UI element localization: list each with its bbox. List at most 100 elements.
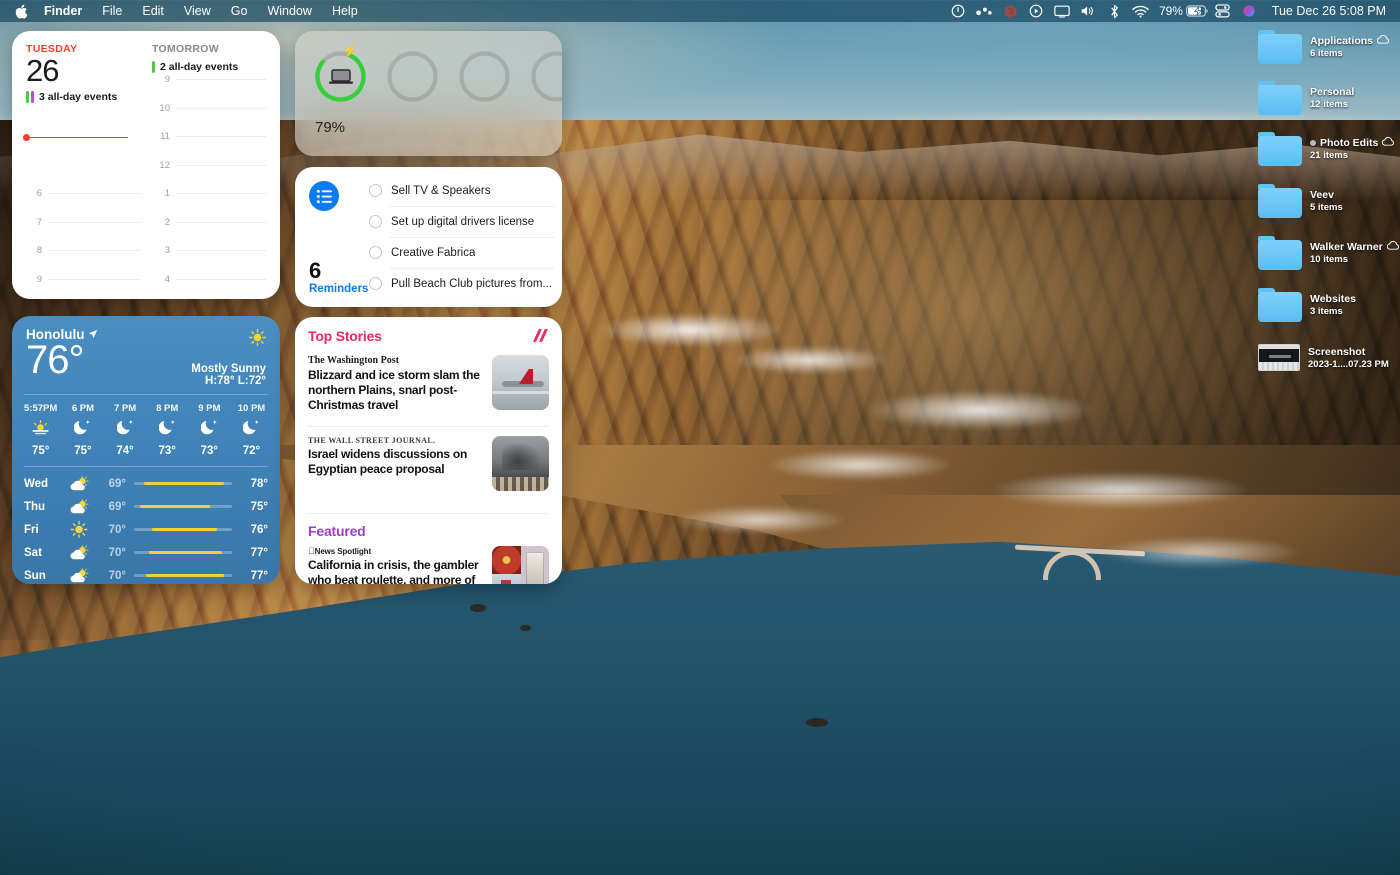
folder-icon (1258, 184, 1302, 218)
weather-day-name: Wed (24, 477, 49, 490)
reminders-widget[interactable]: 6 Reminders Sell TV & Speakers Set up di… (295, 167, 562, 307)
desktop-icon-personal[interactable]: Personal 12 items (1258, 81, 1354, 115)
battery-charging-icon[interactable] (1186, 0, 1210, 22)
news-featured-story[interactable]: News Spotlight California in crisis, th… (308, 546, 549, 584)
weather-hour-cell: 7 PM 74° (109, 403, 142, 457)
desktop-icon-applications[interactable]: Applications 6 items (1258, 30, 1389, 64)
bartender-dots-icon[interactable] (971, 0, 997, 22)
reminders-label[interactable]: Reminders (309, 283, 369, 295)
weather-hour-time: 9 PM (198, 403, 221, 414)
news-thumbnail[interactable] (492, 355, 549, 410)
folder-icon (1258, 288, 1302, 322)
battery-ring-empty[interactable] (385, 49, 440, 104)
calendar-hour-label: 11 (160, 131, 170, 142)
reminder-item[interactable]: Set up digital drivers license (369, 206, 554, 237)
menu-item-edit[interactable]: Edit (132, 0, 174, 22)
weather-condition: Mostly Sunny (191, 363, 266, 375)
reminders-summary: 6 Reminders (295, 167, 369, 307)
battery-widget[interactable]: ⚡ 79% (295, 31, 562, 156)
calendar-today-allday-text: 3 all-day events (39, 91, 118, 104)
news-widget[interactable]: Top Stories The Washington Post Blizzard… (295, 317, 562, 584)
battery-ring-empty[interactable] (529, 49, 562, 104)
reminder-checkbox-icon[interactable] (369, 184, 382, 197)
calendar-today-column: TUESDAY 26 3 all-day events 6 7 8 9 (12, 31, 146, 299)
record-red-icon[interactable] (997, 0, 1023, 22)
news-story[interactable]: THE WALL STREET JOURNAL. Israel widens d… (308, 436, 549, 492)
desktop-icon-subtitle: 3 items (1310, 306, 1343, 317)
do-not-disturb-icon[interactable] (945, 0, 971, 22)
calendar-current-time-line (23, 134, 128, 142)
reminders-list-icon (309, 181, 339, 211)
apple-logo-icon[interactable] (8, 4, 34, 19)
reminder-item[interactable]: Creative Fabrica (369, 237, 554, 268)
desktop-icon-veev[interactable]: Veev 5 items (1258, 184, 1343, 218)
news-story-body: The Washington Post Blizzard and ice sto… (308, 355, 482, 412)
menu-item-file[interactable]: File (92, 0, 132, 22)
location-arrow-icon (88, 327, 98, 342)
battery-ring-empty[interactable] (457, 49, 512, 104)
reminder-checkbox-icon[interactable] (369, 215, 382, 228)
screen-mirroring-icon[interactable] (1049, 0, 1075, 22)
weather-day-name: Sat (24, 546, 42, 559)
reminder-text: Sell TV & Speakers (391, 184, 491, 197)
desktop-icon-text: Veev 5 items (1310, 184, 1343, 213)
sunset-icon (31, 419, 50, 440)
news-source: THE WALL STREET JOURNAL. (308, 436, 436, 446)
weather-day-low: 70° (108, 569, 126, 582)
weather-widget[interactable]: Honolulu 76° Mostly Sunny H:78° L:72° 5:… (12, 316, 280, 584)
sun-icon (249, 329, 266, 350)
menu-item-help[interactable]: Help (322, 0, 368, 22)
calendar-tomorrow-color-bars (152, 61, 155, 73)
weather-hour-time: 6 PM (71, 403, 94, 414)
apple-news-icon[interactable] (532, 328, 549, 348)
wifi-icon[interactable] (1127, 0, 1153, 22)
weather-hour-temp: 74° (116, 445, 134, 457)
menu-item-go[interactable]: Go (221, 0, 258, 22)
weather-hour-cell: 10 PM 72° (235, 403, 268, 457)
news-story[interactable]: The Washington Post Blizzard and ice sto… (308, 355, 549, 412)
battery-percent-label[interactable]: 79% (1153, 4, 1186, 18)
desktop-icon-name: Screenshot (1308, 346, 1366, 358)
weather-temp-range-bar (134, 528, 232, 531)
menu-item-finder[interactable]: Finder (34, 0, 92, 22)
battery-rings-row: ⚡ (295, 31, 562, 104)
reminder-checkbox-icon[interactable] (369, 246, 382, 259)
weather-day-high: 76° (250, 523, 268, 536)
battery-ring-laptop[interactable]: ⚡ (313, 44, 368, 104)
desktop-icon-subtitle: 5 items (1310, 202, 1343, 213)
wallpaper-rock (470, 604, 486, 612)
desktop-icon-text: Applications 6 items (1310, 30, 1389, 59)
weather-day-row: Fri 70° 76° (24, 518, 268, 541)
news-featured-section: Featured News Spotlight California in c… (308, 523, 549, 584)
desktop-icon-walker-warner[interactable]: Walker Warner 10 items (1258, 236, 1399, 270)
desktop-icon-websites[interactable]: Websites 3 items (1258, 288, 1356, 322)
news-thumbnail[interactable] (492, 436, 549, 492)
calendar-widget[interactable]: TUESDAY 26 3 all-day events 6 7 8 9 TOMO… (12, 31, 280, 299)
calendar-hour-row: 8 (26, 245, 140, 279)
siri-icon[interactable] (1236, 0, 1262, 22)
calendar-tomorrow-label: TOMORROW (152, 43, 219, 55)
bluetooth-icon[interactable] (1101, 0, 1127, 22)
calendar-hour-row: 7 (26, 217, 140, 251)
menu-item-view[interactable]: View (174, 0, 221, 22)
news-headline: Blizzard and ice storm slam the northern… (308, 368, 480, 412)
weather-day-high: 77° (250, 546, 268, 559)
desktop-icon-screenshot[interactable]: Screenshot 2023-1....07.23 PM (1258, 341, 1389, 371)
desktop-icon-photo-edits[interactable]: Photo Edits 21 items (1258, 132, 1395, 166)
news-headline: California in crisis, the gambler who be… (308, 558, 479, 584)
desktop-icon-name: Personal (1310, 86, 1355, 98)
control-center-icon[interactable] (1210, 0, 1236, 22)
news-top-stories-header: Top Stories (308, 328, 549, 348)
reminder-checkbox-icon[interactable] (369, 277, 382, 290)
news-thumbnail[interactable] (492, 546, 549, 584)
play-circle-icon[interactable] (1023, 0, 1049, 22)
weather-current-temp: 76° (26, 338, 85, 382)
reminder-item[interactable]: Pull Beach Club pictures from... (369, 268, 554, 299)
weather-day-row: Sun 70° 77° (24, 564, 268, 584)
desktop-icon-text: Personal 12 items (1310, 81, 1354, 110)
sun-icon (62, 521, 96, 538)
menu-item-window[interactable]: Window (257, 0, 321, 22)
reminder-item[interactable]: Sell TV & Speakers (369, 175, 554, 206)
volume-icon[interactable] (1075, 0, 1101, 22)
menu-bar-clock[interactable]: Tue Dec 26 5:08 PM (1262, 4, 1392, 18)
